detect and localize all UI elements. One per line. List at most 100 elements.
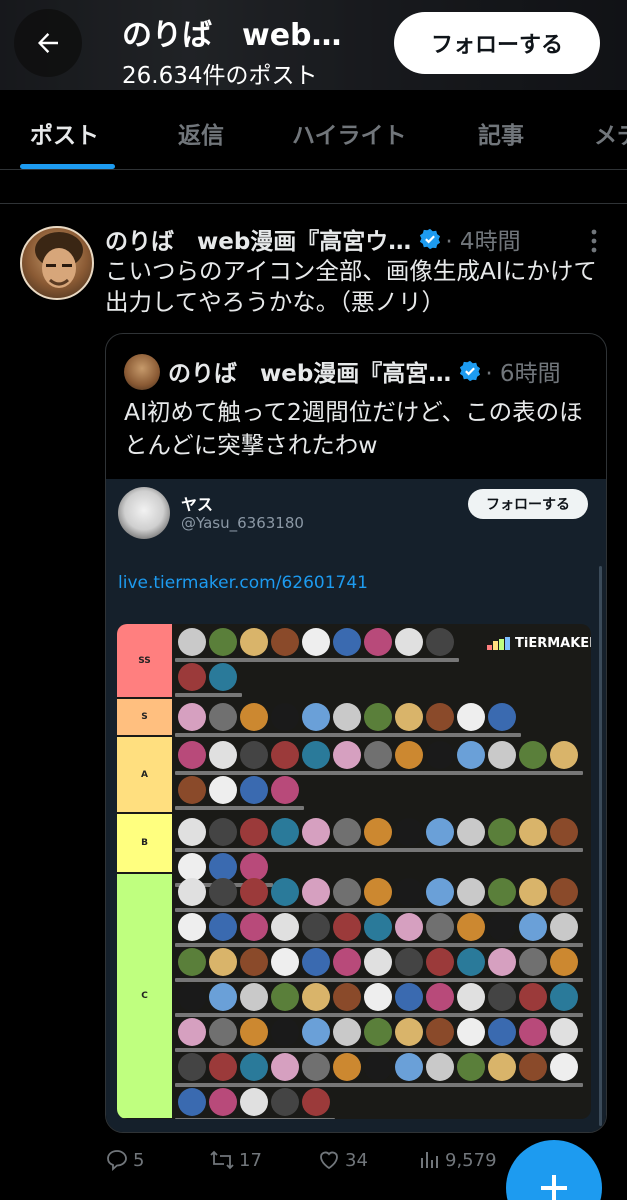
- tier-item-icon: [457, 948, 485, 976]
- tier-item-icon: [364, 948, 392, 976]
- tier-item-icon: [519, 878, 547, 906]
- author-name[interactable]: のりば web漫画『高宮ウ…: [105, 222, 411, 256]
- embedded-user-handle: @Yasu_6363180: [181, 514, 304, 532]
- tier-label-b: B: [117, 814, 172, 873]
- tier-item-icon: [209, 818, 237, 846]
- tier-item-icon: [364, 818, 392, 846]
- tier-item-icon: [457, 741, 485, 769]
- tab-media[interactable]: メデ: [594, 116, 627, 150]
- reply-button[interactable]: 5: [105, 1148, 144, 1172]
- tier-item-icon: [488, 948, 516, 976]
- reply-count: 5: [133, 1149, 145, 1171]
- tier-item-icon: [426, 1053, 454, 1081]
- tier-item-icon: [178, 1088, 206, 1116]
- views-button[interactable]: 9,579: [419, 1148, 497, 1172]
- tier-item-icon: [209, 983, 237, 1011]
- tier-item-icon: [364, 628, 392, 656]
- tier-item-icon: [519, 741, 547, 769]
- tier-item-icon: [178, 1018, 206, 1046]
- tier-item-icon: [364, 703, 392, 731]
- tier-item-icon: [302, 913, 330, 941]
- tier-item-icon: [178, 663, 206, 691]
- tier-item-icon: [457, 878, 485, 906]
- tier-item-icon: [209, 663, 237, 691]
- tier-item-icon: [178, 818, 206, 846]
- tier-item-icon: [240, 983, 268, 1011]
- tier-item-icon: [550, 913, 578, 941]
- tier-item-icon: [395, 818, 423, 846]
- tier-item-icon: [240, 1018, 268, 1046]
- tier-item-icon: [395, 983, 423, 1011]
- tier-item-icon: [364, 1053, 392, 1081]
- back-button[interactable]: [14, 9, 82, 77]
- repost-button[interactable]: 17: [209, 1148, 262, 1172]
- tier-item-icon: [240, 703, 268, 731]
- tier-item-icon: [271, 703, 299, 731]
- follow-button[interactable]: フォローする: [394, 12, 600, 74]
- embedded-user-name: ヤス: [181, 495, 214, 514]
- tier-item-icon: [426, 913, 454, 941]
- tier-item-icon: [333, 741, 361, 769]
- tier-item-icon: [550, 1018, 578, 1046]
- tier-item-icon: [457, 1018, 485, 1046]
- tier-label-c: C: [117, 874, 172, 1119]
- tier-row-a: A: [117, 737, 591, 813]
- tier-item-icon: [302, 1018, 330, 1046]
- more-options-icon[interactable]: [584, 226, 604, 256]
- tier-item-icon: [333, 878, 361, 906]
- quoted-timestamp: · 6時間: [485, 361, 561, 387]
- author-avatar[interactable]: [20, 226, 94, 300]
- tier-item-icon: [395, 948, 423, 976]
- tier-item-icon: [519, 818, 547, 846]
- tier-item-icon: [302, 741, 330, 769]
- tier-item-icon: [302, 628, 330, 656]
- tier-item-icon: [333, 628, 361, 656]
- embedded-scrollbar: [599, 566, 602, 1126]
- tier-item-icon: [302, 983, 330, 1011]
- verified-badge-icon: [459, 360, 481, 382]
- tier-item-icon: [426, 878, 454, 906]
- profile-tabs: ポスト 返信 ハイライト 記事 メデ: [0, 90, 627, 170]
- tier-item-icon: [271, 878, 299, 906]
- tier-item-caption: [547, 848, 583, 852]
- tier-item-icon: [488, 1053, 516, 1081]
- tier-item-caption: [547, 771, 583, 775]
- tier-item-icon: [519, 948, 547, 976]
- tier-item-icon: [209, 878, 237, 906]
- tier-item-icon: [550, 983, 578, 1011]
- tier-label-ss: SS: [117, 624, 172, 698]
- tweet-timestamp[interactable]: · 4時間: [445, 222, 520, 256]
- quoted-tweet[interactable]: のりば web漫画『高宮… · 6時間 AI初めて触って2週間位だけど、この表の…: [105, 333, 607, 1133]
- reply-icon: [107, 1150, 127, 1171]
- tier-item-icon: [209, 741, 237, 769]
- tier-item-caption: [547, 1048, 583, 1052]
- tier-item-icon: [302, 1053, 330, 1081]
- quoted-tweet-text: AI初めて触って2週間位だけど、この表のほとんどに突撃されたわw: [124, 398, 583, 459]
- like-button[interactable]: 34: [317, 1148, 368, 1172]
- tier-item-caption: [547, 943, 583, 947]
- tier-item-icon: [457, 818, 485, 846]
- tab-highlights[interactable]: ハイライト: [292, 116, 407, 150]
- tab-posts[interactable]: ポスト: [30, 116, 99, 150]
- tier-item-icon: [178, 1053, 206, 1081]
- profile-header: のりば web… 26.634件のポスト フォローする: [0, 0, 627, 90]
- tier-label-a: A: [117, 737, 172, 813]
- tier-item-icon: [271, 948, 299, 976]
- tier-item-icon: [364, 913, 392, 941]
- tier-item-icon: [488, 1018, 516, 1046]
- tab-replies[interactable]: 返信: [178, 116, 224, 150]
- repost-count: 17: [239, 1149, 262, 1171]
- tier-item-caption: [547, 1083, 583, 1087]
- tier-item-icon: [333, 983, 361, 1011]
- tier-item-icon: [488, 818, 516, 846]
- repost-icon: [210, 1150, 234, 1170]
- tab-articles[interactable]: 記事: [478, 116, 524, 150]
- tier-row-c: C: [117, 874, 591, 1119]
- tier-item-icon: [395, 703, 423, 731]
- embedded-follow-button: フォローする: [468, 489, 588, 519]
- tier-item-icon: [209, 1088, 237, 1116]
- tier-item-icon: [333, 703, 361, 731]
- tier-item-icon: [178, 913, 206, 941]
- quoted-media-image[interactable]: ヤス @Yasu_6363180 フォローする live.tiermaker.c…: [106, 479, 606, 1132]
- tier-item-icon: [240, 776, 268, 804]
